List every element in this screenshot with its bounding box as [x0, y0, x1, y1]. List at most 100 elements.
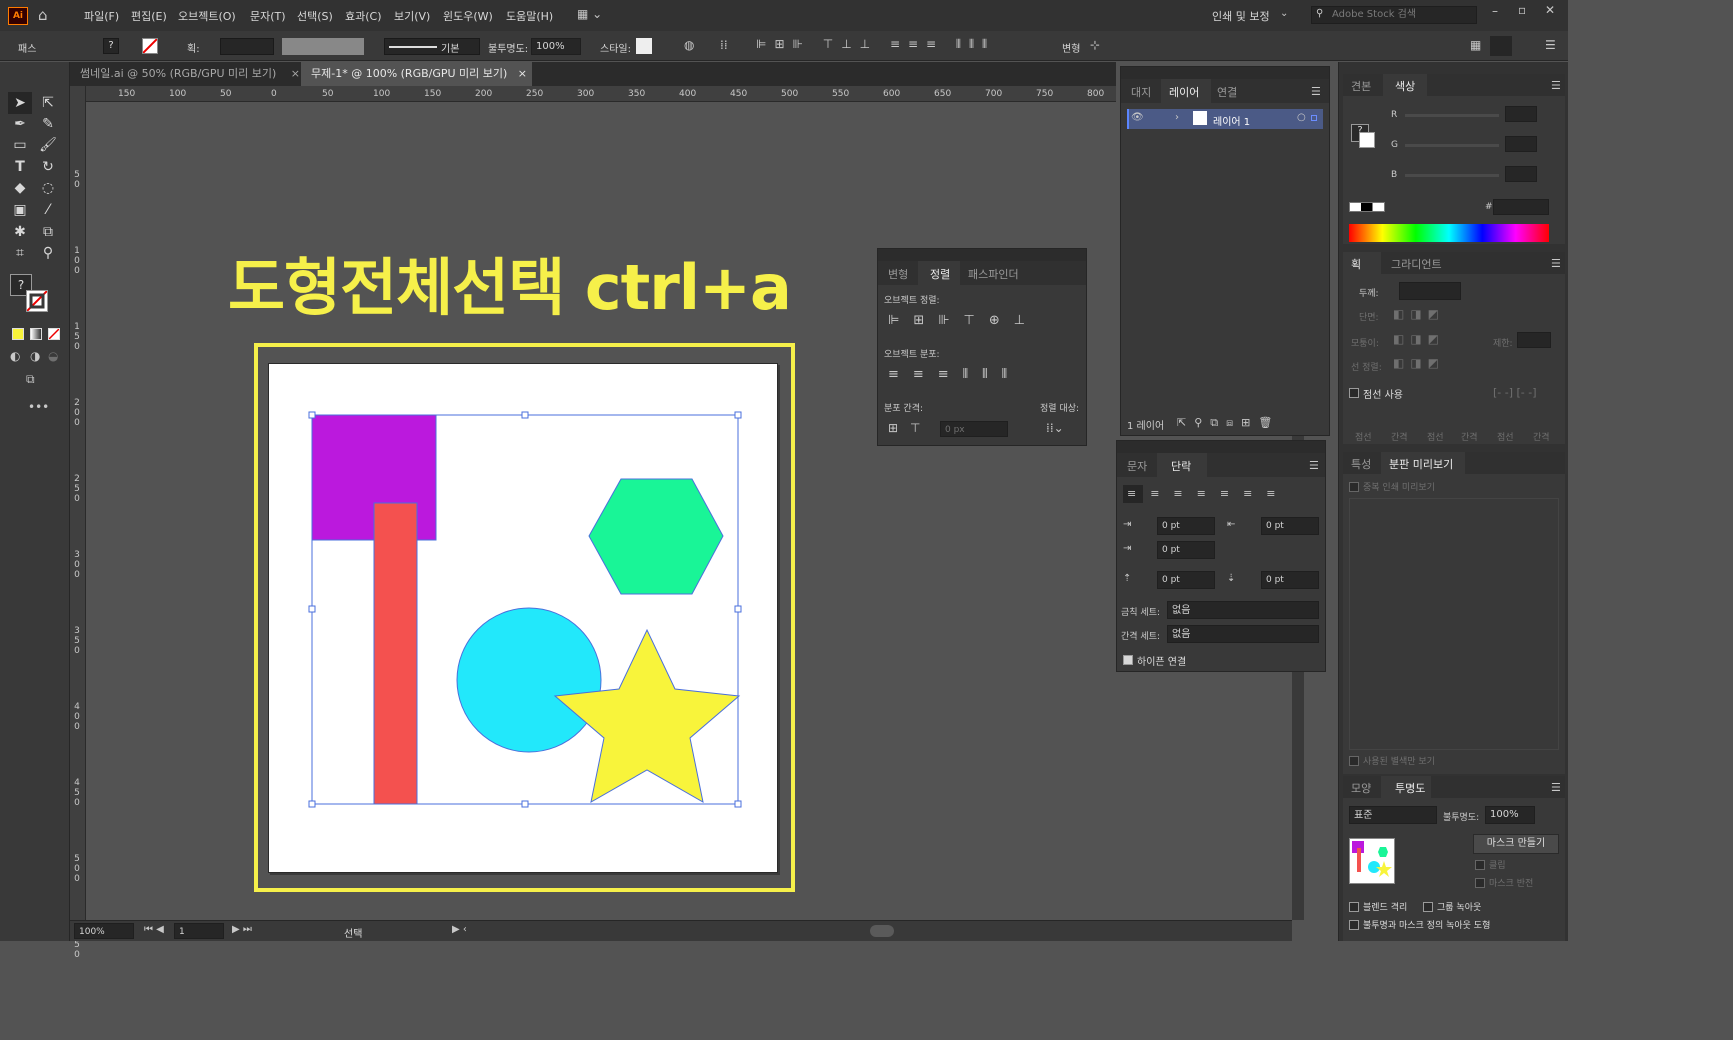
- menu-type[interactable]: 문자(T): [250, 8, 286, 24]
- align-stroke-buttons[interactable]: ◧◨◩: [1393, 356, 1445, 370]
- tab-separations-preview[interactable]: 분판 미리보기: [1389, 456, 1453, 472]
- b-slider[interactable]: [1405, 174, 1499, 177]
- panel-menu-icon[interactable]: ☰: [1551, 781, 1561, 794]
- artboard-tool-icon[interactable]: ⌗: [10, 243, 30, 263]
- first-artboard-icon[interactable]: ⏮ ◀: [144, 924, 164, 935]
- none-mode-icon[interactable]: [48, 328, 60, 340]
- make-mask-button[interactable]: 마스크 만들기: [1473, 834, 1559, 854]
- menu-select[interactable]: 선택(S): [297, 8, 333, 24]
- more-tools-icon[interactable]: •••: [28, 400, 49, 414]
- opacity-mask-knockout-checkbox[interactable]: [1349, 920, 1359, 930]
- transparency-opacity-input[interactable]: 100%: [1485, 806, 1535, 824]
- zoom-tool-icon[interactable]: ⚲: [38, 243, 58, 263]
- close-window-icon[interactable]: ✕: [1545, 3, 1555, 17]
- limit-input[interactable]: [1517, 332, 1551, 348]
- hyphenate-checkbox[interactable]: [1123, 655, 1133, 665]
- r-input[interactable]: [1505, 106, 1537, 122]
- panel-menu-icon[interactable]: ☰: [1311, 85, 1321, 98]
- panel-toggle[interactable]: [1490, 36, 1512, 56]
- screen-mode-icon[interactable]: ⧉: [26, 372, 35, 387]
- color-mode-icon[interactable]: [12, 328, 24, 340]
- dash-inputs[interactable]: [1349, 410, 1559, 426]
- close-tab-icon[interactable]: ×: [291, 62, 300, 86]
- align-object-buttons[interactable]: ⊫⊞⊪⊤⊕⊥: [888, 313, 1039, 328]
- tab-artboards[interactable]: 대지: [1131, 84, 1151, 100]
- menu-help[interactable]: 도움말(H): [506, 8, 553, 24]
- direct-selection-tool-icon[interactable]: ⇱: [38, 93, 58, 113]
- tab-swatches[interactable]: 견본: [1351, 78, 1371, 94]
- tab-align[interactable]: 정렬: [930, 266, 950, 282]
- dashed-line-checkbox[interactable]: [1349, 388, 1359, 398]
- rectangle-tool-icon[interactable]: ▭: [10, 135, 30, 155]
- menu-effect[interactable]: 효과(C): [345, 8, 382, 24]
- expand-arrow-icon[interactable]: ›: [1175, 112, 1179, 123]
- tab-paragraph[interactable]: 단락: [1171, 458, 1191, 474]
- stroke-color-box[interactable]: [26, 290, 48, 312]
- stroke-swatch[interactable]: [142, 38, 158, 54]
- right-indent-input[interactable]: 0 pt: [1261, 517, 1319, 535]
- stroke-weight-select[interactable]: [1399, 282, 1461, 300]
- dash-align-icons[interactable]: [- -] [- -]: [1493, 386, 1537, 399]
- paintbrush-tool-icon[interactable]: 🖌: [38, 135, 58, 155]
- gradient-mode-icon[interactable]: [30, 328, 42, 340]
- draw-behind-icon[interactable]: ◑: [30, 349, 40, 363]
- menu-view[interactable]: 보기(V): [394, 8, 430, 24]
- zoom-select[interactable]: 100%: [74, 923, 134, 939]
- eraser-tool-icon[interactable]: ◆: [10, 178, 30, 198]
- panel-menu-icon[interactable]: ☰: [1551, 257, 1561, 270]
- horizontal-scroll-thumb[interactable]: [870, 925, 894, 937]
- tab-color[interactable]: 색상: [1395, 78, 1415, 94]
- first-line-indent-input[interactable]: 0 pt: [1157, 541, 1215, 559]
- artboard-number[interactable]: 1: [174, 923, 224, 939]
- artwork-layer[interactable]: [86, 102, 1292, 920]
- b-input[interactable]: [1505, 166, 1537, 182]
- isolate-icon[interactable]: ⊹: [1090, 38, 1100, 52]
- distribute-spacing-buttons[interactable]: ⊞⊤: [888, 421, 933, 435]
- menu-edit[interactable]: 편집(E): [131, 8, 167, 24]
- tab-gradient[interactable]: 그라디언트: [1391, 256, 1442, 272]
- tab-attributes[interactable]: 특성: [1351, 456, 1371, 472]
- cap-buttons[interactable]: ◧◨◩: [1393, 307, 1445, 321]
- clip-checkbox[interactable]: [1475, 860, 1485, 870]
- color-spectrum[interactable]: [1349, 224, 1549, 242]
- spacing-input[interactable]: 0 px: [940, 421, 1008, 437]
- stroke-weight-input[interactable]: [220, 38, 274, 55]
- fill-swatch[interactable]: ?: [103, 38, 119, 54]
- tab-pathfinder[interactable]: 패스파인더: [968, 266, 1019, 282]
- align-to-selection-icon[interactable]: ⁞⁞⌄: [1046, 421, 1064, 435]
- layers-footer-buttons[interactable]: ⇱⚲⧉⧈⊞🗑: [1177, 416, 1280, 430]
- lasso-tool-icon[interactable]: ◌: [38, 178, 58, 198]
- eyedropper-tool-icon[interactable]: ⁄: [38, 200, 58, 220]
- status-menu-icon[interactable]: ▶ ‹: [452, 924, 467, 935]
- kinsoku-select[interactable]: 없음: [1167, 601, 1319, 619]
- paragraph-align-buttons[interactable]: ≡≡≡≡≡≡≡: [1127, 487, 1290, 500]
- close-tab-icon[interactable]: ×: [518, 62, 527, 86]
- overprint-checkbox[interactable]: [1349, 482, 1359, 492]
- blend-mode-select[interactable]: 표준: [1349, 806, 1437, 824]
- maximize-icon[interactable]: ▫: [1518, 3, 1526, 17]
- curvature-tool-icon[interactable]: ✎: [38, 114, 58, 134]
- tab-character[interactable]: 문자: [1127, 458, 1147, 474]
- none-black-white-swatches[interactable]: [1349, 202, 1385, 212]
- g-input[interactable]: [1505, 136, 1537, 152]
- tab-stroke[interactable]: 획: [1351, 256, 1361, 272]
- tab-transparency[interactable]: 투명도: [1395, 780, 1425, 796]
- selection-indicator[interactable]: [1311, 115, 1317, 121]
- space-after-input[interactable]: 0 pt: [1261, 571, 1319, 589]
- isolate-blending-checkbox[interactable]: [1349, 902, 1359, 912]
- shape-builder-tool-icon[interactable]: ⧉: [38, 222, 58, 242]
- arrange-icon[interactable]: ▦: [1470, 38, 1481, 52]
- panel-menu-icon[interactable]: ☰: [1309, 459, 1319, 472]
- left-indent-input[interactable]: 0 pt: [1157, 517, 1215, 535]
- corner-buttons[interactable]: ◧◨◩: [1393, 332, 1445, 346]
- tab-links[interactable]: 연결: [1217, 84, 1237, 100]
- type-tool-icon[interactable]: T: [10, 157, 30, 177]
- graphic-style-swatch[interactable]: [636, 38, 652, 54]
- menu-window[interactable]: 윈도우(W): [443, 8, 493, 24]
- opacity-input[interactable]: 100%: [531, 38, 581, 55]
- panel-menu-icon[interactable]: ☰: [1551, 79, 1561, 92]
- space-before-input[interactable]: 0 pt: [1157, 571, 1215, 589]
- puppet-warp-tool-icon[interactable]: ✱: [10, 222, 30, 242]
- variable-width-profile[interactable]: [282, 38, 364, 55]
- align-to-icon[interactable]: ⁞⁞: [720, 38, 728, 52]
